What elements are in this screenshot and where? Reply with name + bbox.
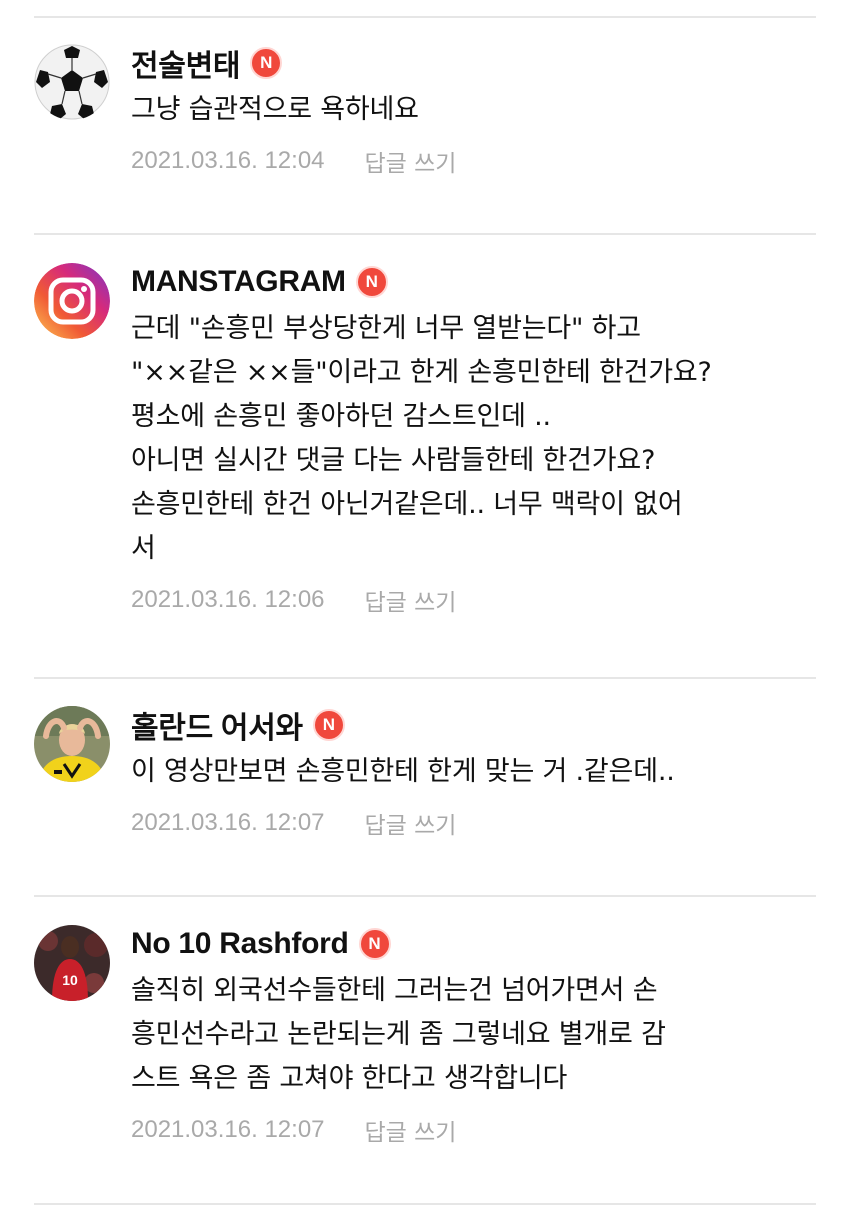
comment-timestamp: 2021.03.16. 12:04 (131, 147, 325, 174)
comment-text: 이 영상만보면 손흥민한테 한게 맞는 거 .같은데.. (131, 750, 816, 794)
comment-line: 흥민선수라고 논란되는게 좀 그렇네요 별개로 감 (131, 1019, 666, 1050)
author-row: 홀란드 어서와 N (131, 703, 816, 747)
comment-line: "××같은 ××들"이라고 한게 손흥민한테 한건가요? (131, 357, 712, 388)
divider (34, 677, 816, 679)
naver-badge-icon: N (312, 709, 345, 741)
comment-meta: 2021.03.16. 12:04 답글 쓰기 (131, 144, 816, 178)
player-photo-icon (34, 706, 110, 782)
soccer-ball-icon (34, 44, 110, 120)
reply-button[interactable]: 답글 쓰기 (365, 144, 457, 178)
comment-timestamp: 2021.03.16. 12:07 (131, 809, 325, 836)
naver-badge-icon: N (250, 47, 283, 79)
author-name[interactable]: 전술변태 (131, 41, 241, 85)
comment-line: 근데 "손흥민 부상당한게 너무 열받는다" 하고 (131, 313, 641, 344)
naver-badge-icon: N (358, 928, 391, 960)
reply-button[interactable]: 답글 쓰기 (365, 1113, 457, 1147)
comment-body: MANSTAGRAM N 근데 "손흥민 부상당한게 너무 열받는다" 하고 "… (131, 263, 816, 617)
divider (34, 895, 816, 897)
avatar[interactable] (34, 263, 110, 339)
comment-line: 스트 욕은 좀 고쳐야 한다고 생각합니다 (131, 1063, 568, 1094)
author-row: MANSTAGRAM N (131, 263, 816, 301)
comment-body: 홀란드 어서와 N 이 영상만보면 손흥민한테 한게 맞는 거 .같은데.. 2… (131, 706, 816, 840)
comment-line: 이 영상만보면 손흥민한테 한게 맞는 거 .같은데.. (131, 756, 675, 787)
comment-line: 아니면 실시간 댓글 다는 사람들한테 한건가요? (131, 445, 656, 476)
comment-timestamp: 2021.03.16. 12:06 (131, 586, 325, 613)
comment-text: 솔직히 외국선수들한테 그러는건 넘어가면서 손 흥민선수라고 논란되는게 좀 … (131, 969, 816, 1101)
player-photo-icon: 10 (34, 925, 110, 1001)
reply-button[interactable]: 답글 쓰기 (365, 806, 457, 840)
divider (34, 16, 816, 18)
comment-line: 평소에 손흥민 좋아하던 감스트인데 .. (131, 401, 551, 432)
instagram-logo-icon (34, 263, 110, 339)
author-name[interactable]: MANSTAGRAM (131, 265, 346, 299)
comment-line: 솔직히 외국선수들한테 그러는건 넘어가면서 손 (131, 975, 658, 1006)
comment-line: 손흥민한테 한건 아닌거같은데.. 너무 맥락이 없어 (131, 489, 683, 520)
author-name[interactable]: 홀란드 어서와 (131, 703, 303, 747)
comment-line: 서 (131, 533, 156, 564)
svg-text:10: 10 (62, 972, 78, 988)
divider (34, 233, 816, 235)
comment-text: 그냥 습관적으로 욕하네요 (131, 88, 816, 132)
naver-badge-icon: N (355, 266, 388, 298)
avatar[interactable] (34, 706, 110, 782)
comment-body: 전술변태 N 그냥 습관적으로 욕하네요 2021.03.16. 12:04 답… (131, 44, 816, 178)
avatar[interactable]: 10 (34, 925, 110, 1001)
author-row: No 10 Rashford N (131, 925, 816, 963)
author-row: 전술변태 N (131, 41, 816, 85)
avatar[interactable] (34, 44, 110, 120)
comment-meta: 2021.03.16. 12:07 답글 쓰기 (131, 1113, 816, 1147)
comment-body: No 10 Rashford N 솔직히 외국선수들한테 그러는건 넘어가면서 … (131, 925, 816, 1147)
author-name[interactable]: No 10 Rashford (131, 927, 349, 961)
comment-timestamp: 2021.03.16. 12:07 (131, 1116, 325, 1143)
divider (34, 1203, 816, 1205)
comment-meta: 2021.03.16. 12:06 답글 쓰기 (131, 583, 816, 617)
comment-text: 근데 "손흥민 부상당한게 너무 열받는다" 하고 "××같은 ××들"이라고 … (131, 307, 816, 571)
comment-meta: 2021.03.16. 12:07 답글 쓰기 (131, 806, 816, 840)
comment-line: 그냥 습관적으로 욕하네요 (131, 94, 419, 125)
reply-button[interactable]: 답글 쓰기 (365, 583, 457, 617)
